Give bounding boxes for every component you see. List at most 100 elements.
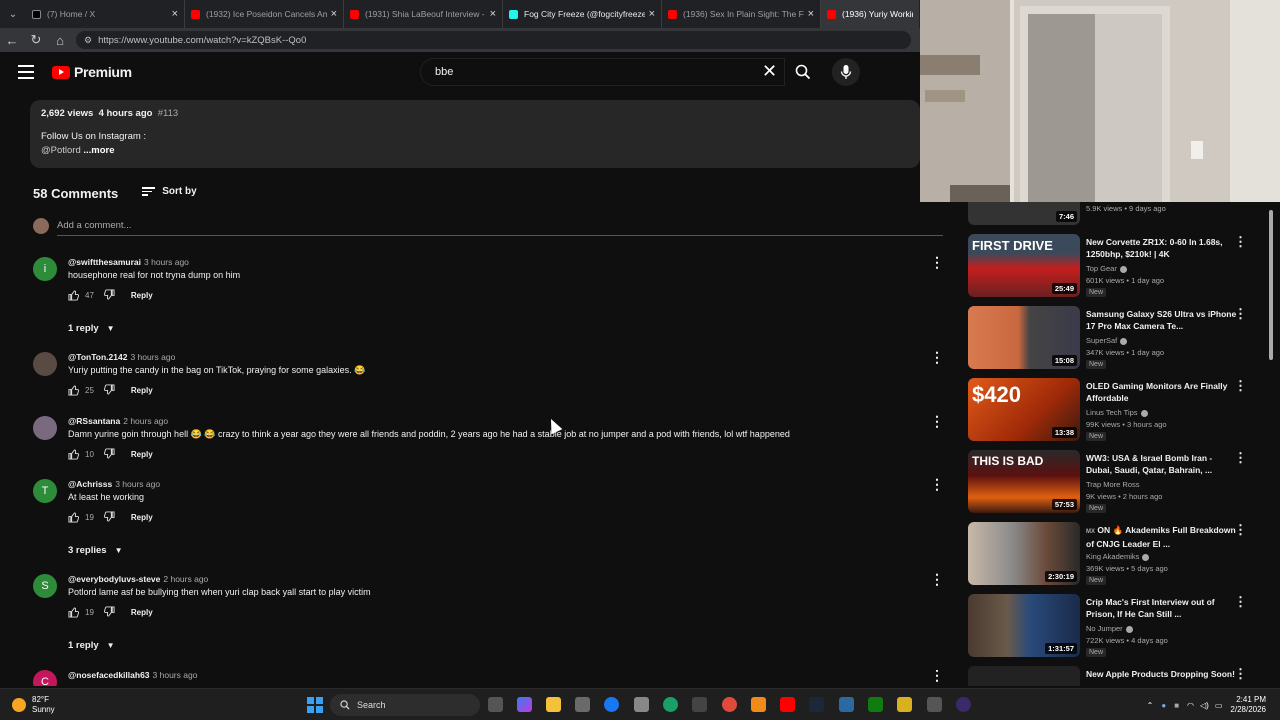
video-description[interactable]: 2,692 views 4 hours ago #113 Follow Us o… <box>30 100 920 168</box>
youtube-app-icon[interactable] <box>780 697 795 712</box>
recommended-video[interactable]: $420 13:38 OLED Gaming Monitors Are Final… <box>968 378 1268 446</box>
task-view-icon[interactable] <box>488 697 503 712</box>
video-more-icon[interactable]: ⋮ <box>1234 594 1247 610</box>
steam-icon[interactable] <box>809 697 824 712</box>
menu-hamburger-icon[interactable] <box>18 65 34 79</box>
comment-author[interactable]: @everybodyluvs-steve <box>68 574 160 584</box>
browser-tab[interactable]: Fog City Freeze (@fogcityfreeze) | × <box>503 0 662 28</box>
video-title[interactable]: New Apple Products Dropping Soon! <box>1086 668 1238 680</box>
tab-close-icon[interactable]: × <box>808 8 814 20</box>
address-bar[interactable]: ⚙ https://www.youtube.com/watch?v=kZQBsK… <box>76 31 911 49</box>
comment-time[interactable]: 2 hours ago <box>123 416 168 426</box>
tray-app-icon[interactable]: ■ <box>1174 701 1179 710</box>
channel-name[interactable]: Top Gear <box>1086 264 1127 273</box>
comment-time[interactable]: 3 hours ago <box>115 479 160 489</box>
tray-chevron-icon[interactable]: ⌃ <box>1147 701 1154 710</box>
weather-widget[interactable]: 82°F Sunny <box>12 695 55 715</box>
video-more-icon[interactable]: ⋮ <box>1234 378 1247 394</box>
add-comment-row[interactable]: Add a comment... <box>33 218 943 236</box>
comment-more-icon[interactable]: ⋮ <box>930 414 944 428</box>
dislike-button[interactable] <box>103 384 115 397</box>
voice-search-button[interactable] <box>832 58 860 86</box>
video-thumbnail[interactable] <box>968 666 1080 686</box>
dislike-button[interactable] <box>103 606 115 619</box>
add-comment-input[interactable]: Add a comment... <box>57 220 131 231</box>
reply-button[interactable]: Reply <box>131 513 153 522</box>
video-title[interactable]: New Corvette ZR1X: 0-60 In 1.68s, 1250bh… <box>1086 236 1238 260</box>
comment-author[interactable]: @TonTon.2142 <box>68 352 127 362</box>
like-button[interactable] <box>68 290 79 301</box>
comment-more-icon[interactable]: ⋮ <box>930 350 944 364</box>
volume-icon[interactable]: ◁) <box>1200 701 1209 710</box>
tab-close-icon[interactable]: × <box>649 8 655 20</box>
sidebar-scrollbar[interactable] <box>1268 206 1274 686</box>
site-info-icon[interactable]: ⚙ <box>84 35 92 46</box>
video-thumbnail[interactable]: 7:46 <box>968 202 1080 225</box>
video-more-icon[interactable]: ⋮ <box>1234 522 1247 538</box>
like-button[interactable] <box>68 512 79 523</box>
battery-icon[interactable]: ▭ <box>1215 701 1223 710</box>
commenter-avatar[interactable] <box>33 352 57 376</box>
dislike-button[interactable] <box>103 511 115 524</box>
view-replies-button[interactable]: 1 reply ▼ <box>68 640 115 651</box>
obs-icon[interactable] <box>956 697 971 712</box>
channel-name[interactable]: Linus Tech Tips <box>1086 408 1148 417</box>
facebook-icon[interactable] <box>604 697 619 712</box>
reply-button[interactable]: Reply <box>131 608 153 617</box>
vlc-icon[interactable] <box>751 697 766 712</box>
hashtag-link[interactable]: #113 <box>158 108 178 119</box>
dislike-button[interactable] <box>103 289 115 302</box>
comment-time[interactable]: 3 hours ago <box>144 257 189 267</box>
recommended-video[interactable]: 1:31:57 Crip Mac's First Interview out o… <box>968 594 1268 662</box>
reply-button[interactable]: Reply <box>131 386 153 395</box>
view-replies-button[interactable]: 3 replies ▼ <box>68 545 122 556</box>
comment-more-icon[interactable]: ⋮ <box>930 670 944 682</box>
commenter-avatar[interactable]: S <box>33 574 57 598</box>
commenter-avatar[interactable] <box>33 416 57 440</box>
comment-author[interactable]: @nosefacedkillah63 <box>68 670 150 680</box>
taskbar-search[interactable]: Search <box>330 694 480 716</box>
comment-author[interactable]: @swiftthesamurai <box>68 257 141 267</box>
video-more-icon[interactable]: ⋮ <box>1234 450 1247 466</box>
recommended-video[interactable]: FIRST DRIVE 25:49 New Corvette ZR1X: 0-60… <box>968 234 1268 302</box>
scrollbar-thumb[interactable] <box>1269 210 1273 360</box>
like-button[interactable] <box>68 449 79 460</box>
app-icon[interactable] <box>839 697 854 712</box>
store-icon[interactable] <box>575 697 590 712</box>
start-button-windows-icon[interactable] <box>307 697 323 713</box>
recommended-video[interactable]: New Apple Products Dropping Soon! ⋮ <box>968 666 1268 686</box>
app-icon[interactable] <box>927 697 942 712</box>
comment-time[interactable]: 3 hours ago <box>130 352 175 362</box>
like-button[interactable] <box>68 385 79 396</box>
comment-more-icon[interactable]: ⋮ <box>930 572 944 586</box>
comment-more-icon[interactable]: ⋮ <box>930 477 944 491</box>
video-more-icon[interactable]: ⋮ <box>1234 306 1247 322</box>
reply-button[interactable]: Reply <box>131 450 153 459</box>
recommended-video[interactable]: 15:08 Samsung Galaxy S26 Ultra vs iPhone… <box>968 306 1268 374</box>
wifi-icon[interactable]: ◠ <box>1187 701 1194 710</box>
file-explorer-icon[interactable] <box>546 697 561 712</box>
video-thumbnail[interactable]: 15:08 <box>968 306 1080 369</box>
calculator-icon[interactable] <box>692 697 707 712</box>
recommended-video[interactable]: 7:46 5.9K views • 9 days ago <box>968 202 1268 230</box>
copilot-icon[interactable] <box>517 697 532 712</box>
xbox-icon[interactable] <box>868 697 883 712</box>
back-arrow-icon[interactable]: ← <box>0 33 24 48</box>
comment-time[interactable]: 2 hours ago <box>163 574 208 584</box>
video-thumbnail[interactable]: $420 13:38 <box>968 378 1080 441</box>
channel-name[interactable]: No Jumper <box>1086 624 1133 633</box>
commenter-avatar[interactable]: i <box>33 257 57 281</box>
browser-tab[interactable]: (1932) Ice Poseidon Cancels Ama... × <box>185 0 344 28</box>
video-title[interactable]: Samsung Galaxy S26 Ultra vs iPhone 17 Pr… <box>1086 308 1238 332</box>
reply-button[interactable]: Reply <box>131 291 153 300</box>
like-button[interactable] <box>68 607 79 618</box>
view-replies-button[interactable]: 1 reply ▼ <box>68 323 115 334</box>
search-input[interactable]: bbe <box>420 58 785 86</box>
video-thumbnail[interactable]: FIRST DRIVE 25:49 <box>968 234 1080 297</box>
video-title[interactable]: MX ON 🔥 Akademiks Full Breakdown of CNJG… <box>1086 524 1238 548</box>
video-title[interactable]: WW3: USA & Israel Bomb Iran - Dubai, Sau… <box>1086 452 1238 476</box>
search-button[interactable] <box>786 58 820 86</box>
channel-name[interactable]: King Akademiks <box>1086 552 1150 561</box>
clear-search-icon[interactable]: ✕ <box>762 62 777 80</box>
video-thumbnail[interactable]: 1:31:57 <box>968 594 1080 657</box>
